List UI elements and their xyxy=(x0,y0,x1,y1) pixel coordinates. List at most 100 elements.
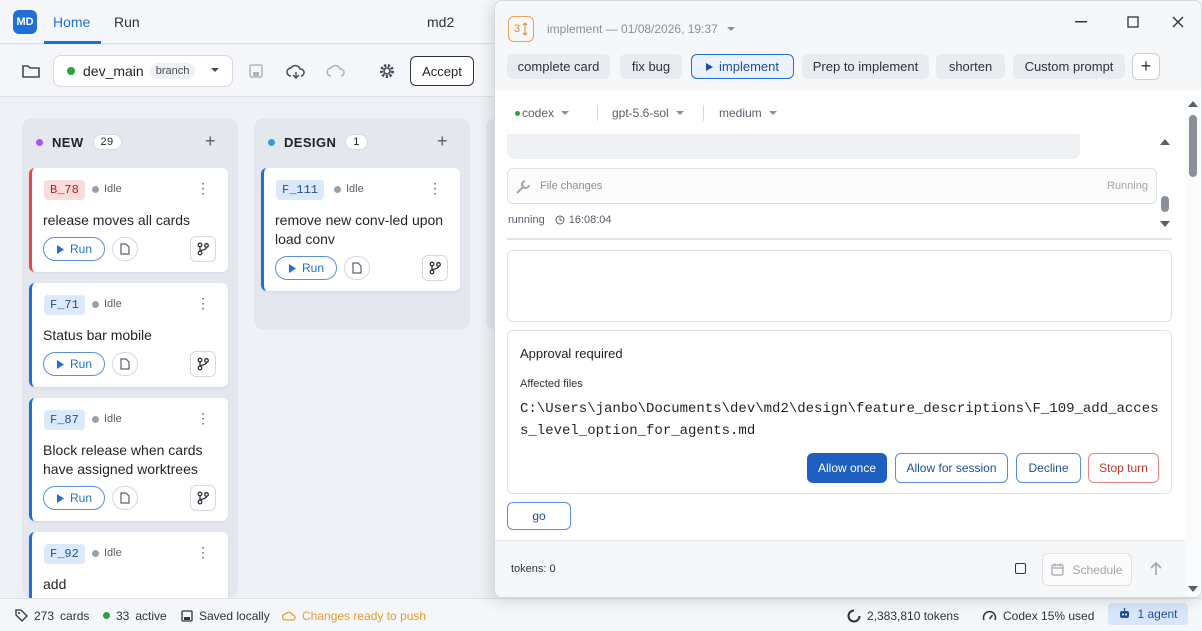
card[interactable]: F_87 Idle ⋮ Block release when cards hav… xyxy=(29,398,228,521)
allow-once-button[interactable]: Allow once xyxy=(807,453,887,483)
prompt-chip-complete-card[interactable]: complete card xyxy=(507,54,610,79)
send-arrow-icon[interactable] xyxy=(1146,559,1166,579)
prompt-chip-fix-bug[interactable]: fix bug xyxy=(620,54,682,79)
prompt-chip-shorten[interactable]: shorten xyxy=(936,54,1005,79)
add-card-icon[interactable]: + xyxy=(437,131,448,152)
worktree-icon[interactable] xyxy=(190,236,216,262)
minimize-icon[interactable] xyxy=(1070,11,1092,33)
add-card-icon[interactable]: + xyxy=(205,131,216,152)
tab-home[interactable]: Home xyxy=(53,0,90,44)
approval-panel: Approval required Affected files C:\User… xyxy=(507,330,1172,494)
gear-icon[interactable] xyxy=(376,60,398,82)
card-status: Idle xyxy=(92,547,122,559)
card-title: release moves all cards xyxy=(43,212,191,228)
stop-turn-button[interactable]: Stop turn xyxy=(1088,453,1159,483)
worktree-icon[interactable] xyxy=(422,255,448,281)
effort-select[interactable]: medium xyxy=(719,106,778,120)
card[interactable]: F_71 Idle ⋮ Status bar mobile Run xyxy=(29,283,228,387)
document-icon[interactable] xyxy=(344,256,370,280)
more-icon[interactable]: ⋮ xyxy=(196,544,210,561)
card-status: Idle xyxy=(92,298,122,310)
column-count: 1 xyxy=(345,134,368,150)
card-title: Status bar mobile xyxy=(43,327,152,343)
clock-icon xyxy=(555,215,565,225)
more-icon[interactable]: ⋮ xyxy=(196,180,210,197)
stop-icon[interactable] xyxy=(1015,563,1026,574)
changes-status[interactable]: Changes ready to push xyxy=(282,599,426,631)
active-dot xyxy=(103,612,110,619)
file-changes-panel[interactable]: File changes Running xyxy=(507,168,1157,204)
worktree-icon[interactable] xyxy=(190,485,216,511)
document-icon[interactable] xyxy=(112,352,138,376)
file-changes-status: Running xyxy=(1107,180,1148,192)
play-icon xyxy=(56,244,64,254)
card-title: add xyxy=(43,576,67,592)
card-status: Idle xyxy=(334,183,364,195)
provider-status-dot xyxy=(515,110,520,116)
model-select[interactable]: gpt-5.6-sol xyxy=(612,106,685,120)
prompt-chip-implement[interactable]: implement xyxy=(691,54,794,79)
prompt-chip-custom[interactable]: Custom prompt xyxy=(1013,54,1125,79)
allow-session-button[interactable]: Allow for session xyxy=(895,453,1008,483)
cloud-upload-icon[interactable] xyxy=(325,60,347,82)
tab-run[interactable]: Run xyxy=(114,0,140,44)
column-header: NEW 29 xyxy=(36,134,122,150)
decline-button[interactable]: Decline xyxy=(1016,453,1081,483)
folder-icon[interactable] xyxy=(20,60,42,82)
dialog-title[interactable]: implement — 01/08/2026, 19:37 xyxy=(547,22,736,36)
more-icon[interactable]: ⋮ xyxy=(428,180,442,197)
go-button[interactable]: go xyxy=(507,502,571,530)
column-color-dot xyxy=(268,138,275,146)
worktree-icon[interactable] xyxy=(190,351,216,377)
document-icon[interactable] xyxy=(112,237,138,261)
run-button[interactable]: Run xyxy=(43,237,105,261)
run-counter[interactable]: 3 xyxy=(508,16,534,42)
output-box xyxy=(507,250,1172,322)
branch-status-dot xyxy=(67,67,75,75)
affected-files-label: Affected files xyxy=(520,378,583,390)
token-usage: 2,383,810 tokens xyxy=(847,599,959,631)
dialog-footer: tokens: 0 Schedule xyxy=(495,540,1185,597)
column-new: NEW 29 + B_78 Idle ⋮ release moves all c… xyxy=(22,118,238,598)
branch-tag: branch xyxy=(149,63,196,79)
save-icon xyxy=(181,609,193,622)
document-icon[interactable] xyxy=(112,486,138,510)
card[interactable]: B_78 Idle ⋮ release moves all cards Run xyxy=(29,168,228,272)
card-id-badge: F_87 xyxy=(44,410,85,430)
run-button[interactable]: Run xyxy=(43,486,105,510)
play-icon xyxy=(706,62,714,71)
close-icon[interactable] xyxy=(1167,11,1189,33)
maximize-icon[interactable] xyxy=(1122,11,1144,33)
status-bar: 273 cards 33 active Saved locally Changes … xyxy=(0,598,1202,631)
prompt-chip-prep[interactable]: Prep to implement xyxy=(802,54,929,79)
card-id-badge: F_92 xyxy=(44,544,85,564)
card-id-badge: B_78 xyxy=(44,180,85,200)
saved-status: Saved locally xyxy=(181,599,270,631)
column-header: DESIGN 1 xyxy=(268,134,368,150)
app-logo: MD xyxy=(13,10,37,34)
card-id-badge: F_111 xyxy=(276,180,325,200)
run-button[interactable]: Run xyxy=(43,352,105,376)
provider-select[interactable]: codex xyxy=(515,106,570,120)
add-prompt-button[interactable]: + xyxy=(1132,53,1160,80)
more-icon[interactable]: ⋮ xyxy=(196,295,210,312)
scrollbar-thumb[interactable] xyxy=(1189,115,1197,177)
branch-name: dev_main xyxy=(83,63,144,79)
more-icon[interactable]: ⋮ xyxy=(196,410,210,427)
card-status: Idle xyxy=(92,183,122,195)
schedule-button[interactable]: Schedule xyxy=(1042,553,1132,586)
column-title: NEW xyxy=(52,134,84,150)
run-button[interactable]: Run xyxy=(275,256,337,280)
card-id-badge: F_71 xyxy=(44,295,85,315)
inner-scrollbar[interactable] xyxy=(1159,134,1171,234)
cloud-sync-icon[interactable] xyxy=(285,60,307,82)
card[interactable]: F_92 Idle ⋮ add xyxy=(29,532,228,598)
accept-button[interactable]: Accept xyxy=(410,56,474,86)
save-icon[interactable] xyxy=(246,61,266,81)
column-title: DESIGN xyxy=(284,134,337,150)
agents-button[interactable]: 1 agent xyxy=(1108,603,1188,625)
branch-selector[interactable]: dev_main branch xyxy=(53,55,233,87)
column-design: DESIGN 1 + F_111 Idle ⋮ remove new conv-… xyxy=(254,118,470,330)
card[interactable]: F_111 Idle ⋮ remove new conv-led upon lo… xyxy=(261,168,460,291)
file-changes-label: File changes xyxy=(540,180,603,192)
